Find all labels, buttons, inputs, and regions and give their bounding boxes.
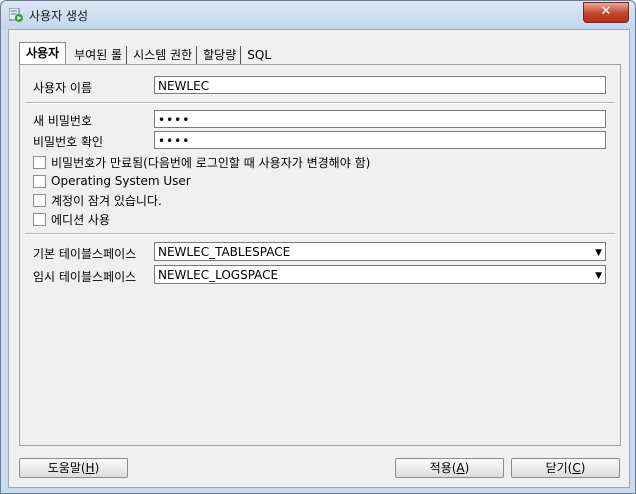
close-window-button[interactable]: ✕ bbox=[583, 2, 629, 23]
apply-button-accesskey: A bbox=[456, 461, 465, 475]
tab-quotas[interactable]: 할당량 bbox=[199, 46, 242, 64]
tab-system-privileges[interactable]: 시스템 권한 bbox=[129, 46, 198, 64]
account-locked-row[interactable]: 계정이 잠겨 있습니다. bbox=[33, 192, 162, 208]
default-tablespace-label: 기본 테이블스페이스 bbox=[33, 247, 137, 261]
confirm-password-label: 비밀번호 확인 bbox=[33, 135, 104, 149]
help-button[interactable]: 도움말(H) bbox=[19, 458, 128, 478]
close-button[interactable]: 닫기(C) bbox=[511, 458, 620, 478]
password-expired-checkbox[interactable] bbox=[33, 155, 46, 169]
dialog-window: 사용자 생성 ✕ 사용자 부여된 롤 시스템 권한 할당량 SQL 사용자 이름… bbox=[0, 0, 636, 494]
dropdown-arrow-icon[interactable]: ▼ bbox=[595, 244, 602, 262]
password-expired-label: 비밀번호가 만료됨(다음번에 로그인할 때 사용자가 변경해야 함) bbox=[51, 155, 371, 170]
os-user-checkbox[interactable] bbox=[33, 174, 46, 188]
dropdown-arrow-icon[interactable]: ▼ bbox=[595, 267, 602, 285]
dialog-body: 사용자 부여된 롤 시스템 권한 할당량 SQL 사용자 이름 NEWLEC 새… bbox=[8, 29, 630, 488]
temp-tablespace-label: 임시 테이블스페이스 bbox=[33, 270, 137, 284]
username-input[interactable]: NEWLEC bbox=[154, 76, 606, 94]
password-expired-row[interactable]: 비밀번호가 만료됨(다음번에 로그인할 때 사용자가 변경해야 함) bbox=[33, 154, 370, 170]
tab-user[interactable]: 사용자 bbox=[19, 42, 67, 64]
edition-checkbox[interactable] bbox=[33, 212, 46, 226]
username-label: 사용자 이름 bbox=[33, 81, 93, 95]
close-button-label: 닫기( bbox=[545, 461, 573, 475]
separator bbox=[25, 102, 615, 104]
account-locked-label: 계정이 잠겨 있습니다. bbox=[51, 193, 162, 208]
confirm-password-input[interactable]: •••• bbox=[154, 131, 606, 149]
close-button-paren: ) bbox=[580, 461, 586, 475]
help-button-label: 도움말( bbox=[47, 461, 86, 475]
apply-button-paren: ) bbox=[464, 461, 470, 475]
edition-label: 에디션 사용 bbox=[51, 212, 111, 227]
default-tablespace-value: NEWLEC_TABLESPACE bbox=[158, 245, 291, 259]
apply-button[interactable]: 적용(A) bbox=[395, 458, 504, 478]
new-password-input[interactable]: •••• bbox=[154, 110, 606, 128]
window-title: 사용자 생성 bbox=[29, 9, 89, 23]
tab-granted-roles[interactable]: 부여된 롤 bbox=[70, 46, 128, 64]
account-locked-checkbox[interactable] bbox=[33, 193, 46, 207]
apply-button-label: 적용( bbox=[429, 461, 457, 475]
app-icon bbox=[9, 8, 23, 22]
temp-tablespace-select[interactable]: NEWLEC_LOGSPACE ▼ bbox=[154, 265, 606, 284]
help-button-accesskey: H bbox=[85, 461, 95, 475]
tab-strip: 사용자 부여된 롤 시스템 권한 할당량 SQL bbox=[19, 42, 277, 64]
separator bbox=[25, 233, 615, 235]
tab-sql[interactable]: SQL bbox=[243, 46, 275, 64]
help-button-paren: ) bbox=[94, 461, 100, 475]
close-button-accesskey: C bbox=[572, 461, 581, 475]
edition-row[interactable]: 에디션 사용 bbox=[33, 211, 110, 227]
user-tab-panel: 사용자 이름 NEWLEC 새 비밀번호 •••• 비밀번호 확인 •••• 비… bbox=[19, 64, 621, 446]
os-user-row[interactable]: Operating System User bbox=[33, 173, 191, 189]
default-tablespace-select[interactable]: NEWLEC_TABLESPACE ▼ bbox=[154, 242, 606, 261]
temp-tablespace-value: NEWLEC_LOGSPACE bbox=[158, 268, 279, 282]
title-bar[interactable]: 사용자 생성 ✕ bbox=[1, 1, 635, 29]
new-password-label: 새 비밀번호 bbox=[33, 114, 93, 128]
os-user-label: Operating System User bbox=[51, 174, 191, 188]
